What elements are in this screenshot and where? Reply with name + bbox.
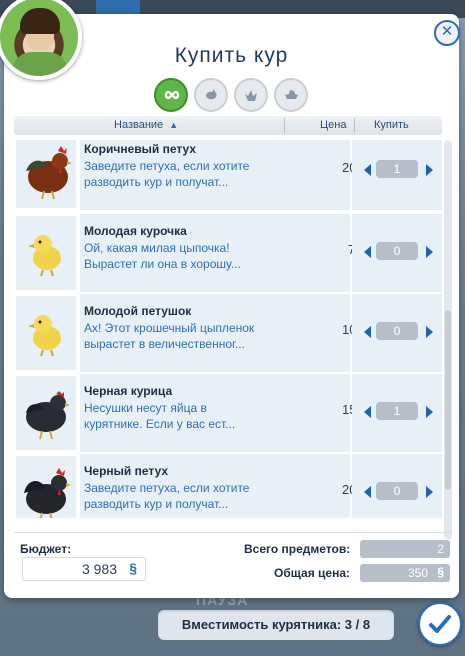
increase-button[interactable] bbox=[426, 164, 433, 176]
budget-display: 3 983 § bbox=[22, 557, 146, 581]
hen-icon bbox=[206, 89, 217, 100]
item-name: Коричневый петух bbox=[84, 142, 197, 156]
header-buy: Купить bbox=[374, 119, 409, 131]
quantity-stepper: 1 bbox=[352, 140, 442, 210]
total-price-label: Общая цена: bbox=[274, 566, 350, 580]
quantity-stepper: 0 bbox=[352, 294, 442, 372]
black-rooster-image bbox=[16, 456, 76, 518]
black-hen-image bbox=[16, 376, 76, 450]
filter-all[interactable] bbox=[154, 78, 188, 112]
total-items-display: 2 bbox=[360, 540, 450, 558]
close-icon: ✕ bbox=[440, 23, 454, 40]
dialog-title: Купить кур bbox=[174, 44, 289, 67]
confirm-button[interactable] bbox=[418, 602, 462, 646]
quantity-value: 0 bbox=[376, 242, 418, 260]
decrease-button[interactable] bbox=[364, 326, 371, 338]
list-item[interactable]: Черная курица Несушки несут яйца в курят… bbox=[14, 374, 442, 452]
item-description: Заведите петуха, если хотите разводить к… bbox=[84, 159, 250, 189]
budget-value: 3 983 bbox=[81, 561, 117, 577]
chick-icon bbox=[245, 90, 257, 101]
table-header: Название ▲ Цена Купить bbox=[14, 116, 442, 135]
filter-hen[interactable] bbox=[194, 78, 228, 112]
list-item[interactable]: Молодой петушок Ах! Этот крошечный цыпле… bbox=[14, 294, 442, 372]
quantity-stepper: 0 bbox=[352, 454, 442, 518]
increase-button[interactable] bbox=[426, 406, 433, 418]
brown-rooster-image bbox=[16, 140, 76, 208]
total-price-value: 350 bbox=[407, 566, 428, 580]
increase-button[interactable] bbox=[426, 486, 433, 498]
checkmark-icon bbox=[429, 615, 451, 633]
decrease-button[interactable] bbox=[364, 406, 371, 418]
filter-chick[interactable] bbox=[234, 78, 268, 112]
coop-capacity: Вместимость курятника: 3 / 8 bbox=[158, 610, 394, 640]
item-info: Молодая курочка Ой, какая милая цыпочка!… bbox=[80, 214, 374, 292]
item-info: Черная курица Несушки несут яйца в курят… bbox=[80, 374, 375, 452]
yellow-chick-image bbox=[16, 296, 76, 370]
item-description: Ах! Этот крошечный цыпленок вырастет в в… bbox=[84, 321, 255, 351]
decrease-button[interactable] bbox=[364, 246, 371, 258]
item-name: Молодой петушок bbox=[84, 304, 192, 318]
simoleon-icon: § bbox=[129, 560, 137, 576]
total-items-value: 2 bbox=[437, 542, 444, 556]
rooster-icon bbox=[285, 90, 298, 99]
item-name: Черный петух bbox=[84, 464, 169, 478]
yellow-chick-image bbox=[16, 216, 76, 290]
increase-button[interactable] bbox=[426, 246, 433, 258]
infinity-icon bbox=[164, 90, 180, 100]
quantity-value: 1 bbox=[376, 160, 418, 178]
total-price-display: 350 § bbox=[360, 564, 450, 582]
quantity-value: 0 bbox=[376, 322, 418, 340]
budget-label: Бюджет: bbox=[20, 542, 72, 556]
total-items-label: Всего предметов: bbox=[244, 542, 351, 556]
simoleon-icon: § bbox=[437, 565, 444, 579]
quantity-stepper: 1 bbox=[352, 374, 442, 452]
list-item[interactable]: Молодая курочка Ой, какая милая цыпочка!… bbox=[14, 214, 442, 292]
item-info: Черный петух Заведите петуха, если хотит… bbox=[80, 454, 375, 518]
decrease-button[interactable] bbox=[364, 164, 371, 176]
footer-divider bbox=[14, 532, 452, 533]
item-description: Несушки несут яйца в курятнике. Если у в… bbox=[84, 401, 236, 431]
quantity-value: 1 bbox=[376, 402, 418, 420]
sim-avatar bbox=[0, 0, 82, 80]
list-item[interactable]: Коричневый петух Заведите петуха, если х… bbox=[14, 140, 442, 210]
filter-bar bbox=[154, 78, 308, 112]
increase-button[interactable] bbox=[426, 326, 433, 338]
filter-rooster[interactable] bbox=[274, 78, 308, 112]
item-description: Заведите петуха, если хотите разводить к… bbox=[84, 481, 250, 511]
list-scrollbar[interactable] bbox=[444, 140, 452, 540]
item-info: Молодой петушок Ах! Этот крошечный цыпле… bbox=[80, 294, 375, 372]
item-name: Молодая курочка bbox=[84, 224, 187, 238]
list-item[interactable]: Черный петух Заведите петуха, если хотит… bbox=[14, 454, 442, 518]
close-button[interactable]: ✕ bbox=[434, 20, 460, 46]
header-price[interactable]: Цена bbox=[320, 119, 346, 131]
buy-chickens-dialog: ✕ Купить кур Название ▲ Цена Купить Кори… bbox=[0, 0, 460, 598]
decrease-button[interactable] bbox=[364, 486, 371, 498]
scrollbar-thumb[interactable] bbox=[445, 310, 451, 490]
item-description: Ой, какая милая цыпочка! Вырастет ли она… bbox=[84, 241, 241, 271]
quantity-stepper: 0 bbox=[352, 214, 442, 292]
chicken-list: Коричневый петух Заведите петуха, если х… bbox=[14, 140, 442, 518]
header-name[interactable]: Название ▲ bbox=[114, 119, 178, 131]
sort-up-icon: ▲ bbox=[169, 120, 179, 130]
quantity-value: 0 bbox=[376, 482, 418, 500]
item-info: Коричневый петух Заведите петуха, если х… bbox=[80, 140, 375, 210]
item-name: Черная курица bbox=[84, 384, 173, 398]
